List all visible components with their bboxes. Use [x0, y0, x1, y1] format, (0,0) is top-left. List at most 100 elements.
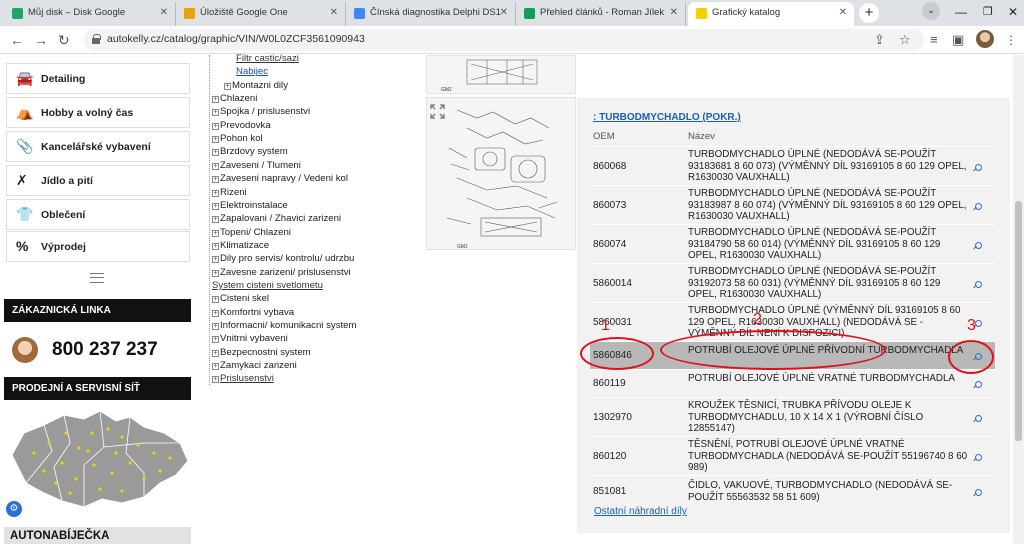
share-icon[interactable]: ⇪ [874, 30, 885, 50]
expand-icon[interactable]: + [212, 242, 219, 250]
tree-node[interactable]: + Informacni/ komunikacni system [212, 320, 357, 331]
expand-icon[interactable]: + [212, 176, 219, 184]
tree-node[interactable]: + Zaveseni napravy / Vedeni kol [212, 173, 348, 184]
diagram-thumbnail-top[interactable]: GMJ [426, 55, 576, 94]
close-tab-icon[interactable]: ✕ [160, 2, 168, 24]
cookie-settings-icon[interactable]: ⚙ [6, 501, 22, 517]
tree-node[interactable]: + Bezpecnostni system [212, 347, 311, 358]
close-window-icon[interactable]: ✕ [1008, 2, 1018, 22]
tree-node[interactable]: + Cisteni skel [212, 293, 269, 304]
address-bar[interactable]: autokelly.cz/catalog/graphic/VIN/W0L0ZCF… [84, 29, 924, 51]
table-row[interactable]: 860074 TURBODMYCHADLO ÚPLNÉ (NEDODÁVÁ SE-… [590, 224, 995, 263]
bookmark-star-icon[interactable]: ☆ [899, 30, 911, 50]
tree-node[interactable]: + Rizeni [212, 187, 247, 198]
minimize-icon[interactable]: — [955, 2, 967, 22]
table-row[interactable]: 860068 TURBODMYCHADLO ÚPLNÉ (NEDODÁVÁ SE-… [590, 146, 995, 185]
tree-node[interactable]: + Pohon kol [212, 133, 263, 144]
browser-tab-google-one[interactable]: Úložiště Google One ✕ [176, 2, 346, 26]
tree-node[interactable]: System cisteni svetlometu [212, 280, 323, 291]
table-row[interactable]: 5860014 TURBODMYCHADLO ÚPLNÉ (NEDODÁVÁ SE… [590, 263, 995, 302]
search-icon[interactable] [973, 381, 982, 389]
table-row[interactable]: 1302970 KROUŽEK TĚSNICÍ, TRUBKA PŘÍVODU O… [590, 397, 995, 436]
table-row[interactable]: 851081 ČIDLO, VAKUOVÉ, TURBODMYCHADLO (NE… [590, 475, 995, 506]
forward-icon[interactable]: → [34, 30, 48, 50]
tree-node[interactable]: Filtr castic/sazi [236, 53, 299, 64]
maximize-icon[interactable]: ❐ [983, 2, 993, 22]
sidebar-item-hobby[interactable]: ⛺ Hobby a volný čas [6, 97, 190, 128]
tree-node[interactable]: Nabijec [236, 66, 268, 77]
back-icon[interactable]: ← [10, 30, 24, 50]
tree-node[interactable]: + Zaveseni / Tlumeni [212, 160, 301, 171]
search-icon[interactable] [973, 164, 982, 172]
search-icon[interactable] [973, 242, 982, 250]
expand-icon[interactable]: + [212, 323, 219, 330]
expand-icon[interactable]: + [212, 216, 219, 224]
reload-icon[interactable]: ↻ [58, 30, 70, 50]
search-icon[interactable] [973, 454, 982, 462]
reading-list-icon[interactable]: ≡ [930, 30, 938, 50]
browser-tab-articles[interactable]: Přehled článků - Roman Jílek ✕ [516, 2, 686, 26]
table-row[interactable]: 860119 POTRUBÍ OLEJOVÉ ÚPLNÉ VRATNÉ TURBO… [590, 369, 995, 397]
tree-node[interactable]: + Zapalovani / Zhavici zarizeni [212, 213, 341, 224]
expand-icon[interactable]: + [212, 109, 219, 117]
tree-node[interactable]: + Klimatizace [212, 240, 269, 251]
zoom-expand-icon[interactable] [430, 104, 445, 119]
expand-icon[interactable]: + [212, 309, 219, 317]
scrollbar-thumb[interactable] [1015, 201, 1022, 441]
expand-icon[interactable]: + [212, 296, 219, 304]
expand-icon[interactable]: + [212, 149, 219, 157]
sidebar-item-clothing[interactable]: 👕 Oblečení [6, 199, 190, 230]
table-row[interactable]: 860073 TURBODMYCHADLO ÚPLNÉ (NEDODÁVÁ SE-… [590, 185, 995, 224]
expand-icon[interactable]: + [212, 363, 219, 371]
expand-icon[interactable]: + [212, 136, 219, 144]
hamburger-menu-icon[interactable] [90, 273, 104, 283]
tree-node[interactable]: + Zavesne zarizeni/ prislusenstvi [212, 267, 351, 278]
customer-phone[interactable]: 800 237 237 [52, 339, 158, 361]
diagram-thumbnail-turbo[interactable]: GMJ [426, 97, 576, 250]
expand-icon[interactable]: + [212, 349, 219, 357]
tab-search-icon[interactable]: ⌄ [922, 2, 940, 20]
search-icon[interactable] [973, 203, 982, 211]
profile-avatar[interactable] [976, 30, 994, 48]
expand-icon[interactable]: + [212, 336, 219, 344]
close-tab-icon[interactable]: ✕ [500, 2, 508, 24]
close-tab-icon[interactable]: ✕ [330, 2, 338, 24]
expand-icon[interactable]: + [212, 269, 219, 277]
expand-icon[interactable]: + [212, 256, 219, 264]
tree-node[interactable]: + Vnitrni vybaveni [212, 333, 288, 344]
tree-node[interactable]: + Brzdovy system [212, 146, 288, 157]
sidebar-item-detailing[interactable]: 🚘 Detailing [6, 63, 190, 94]
expand-icon[interactable]: + [212, 376, 219, 384]
tree-node[interactable]: + Zamykaci zarizeni [212, 360, 297, 371]
other-parts-link[interactable]: Ostatní náhradní díly [594, 506, 687, 517]
browser-tab-google-drive[interactable]: Můj disk – Disk Google ✕ [4, 2, 176, 26]
tree-node[interactable]: + Dily pro servis/ kontrolu/ udrzbu [212, 253, 354, 264]
close-tab-icon[interactable]: ✕ [839, 2, 847, 24]
tree-node[interactable]: + Prevodovka [212, 120, 271, 131]
tree-node[interactable]: + Spojka / prislusenstvi [212, 106, 310, 117]
sidebar-item-sale[interactable]: % Výprodej [6, 231, 190, 262]
new-tab-button[interactable]: + [859, 3, 879, 23]
expand-icon[interactable]: + [224, 82, 231, 90]
page-scrollbar[interactable] [1013, 55, 1024, 544]
parts-section-title[interactable]: : TURBODMYCHADLO (POKR.) [593, 112, 741, 123]
sidebar-item-office[interactable]: 📎 Kancelářské vybavení [6, 131, 190, 162]
expand-icon[interactable]: + [212, 96, 219, 104]
tree-node[interactable]: + Komfortni vybava [212, 307, 294, 318]
expand-icon[interactable]: + [212, 122, 219, 130]
tree-node[interactable]: + Prislusenstvi [212, 373, 274, 384]
expand-icon[interactable]: + [212, 202, 219, 210]
expand-icon[interactable]: + [212, 162, 219, 170]
menu-icon[interactable]: ⋮ [1005, 30, 1017, 50]
browser-tab-delphi[interactable]: Čínská diagnostika Delphi DS1 ✕ [346, 2, 516, 26]
tree-node[interactable]: + Montazni dily [224, 80, 288, 91]
expand-icon[interactable]: + [212, 189, 219, 197]
browser-tab-graphic-catalog[interactable]: Grafický katalog ✕ [688, 2, 854, 26]
czech-map[interactable] [4, 403, 192, 513]
search-icon[interactable] [973, 415, 982, 423]
close-tab-icon[interactable]: ✕ [670, 2, 678, 24]
side-panel-icon[interactable]: ▣ [952, 30, 964, 50]
search-icon[interactable] [973, 281, 982, 289]
sidebar-item-food[interactable]: ✗ Jídlo a pití [6, 165, 190, 196]
expand-icon[interactable]: + [212, 229, 219, 237]
